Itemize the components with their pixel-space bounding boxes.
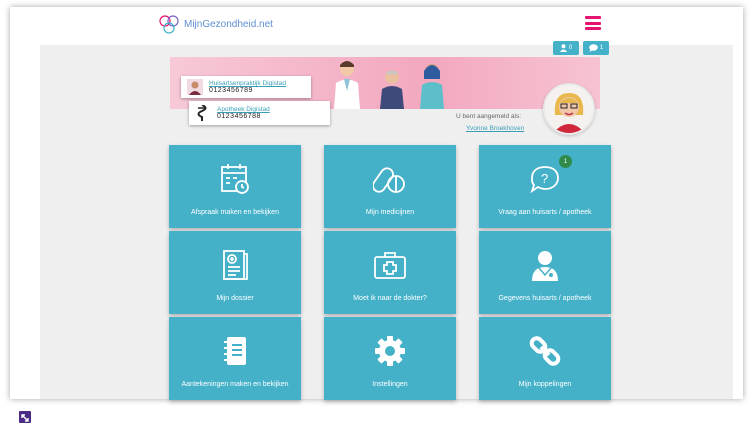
tile-label: Aantekeningen maken en bekijken <box>181 381 289 388</box>
login-user-link[interactable]: Yvonne Broekhoven <box>466 125 524 132</box>
calendar-icon <box>215 159 255 199</box>
tile-label: Instellingen <box>372 381 408 388</box>
user-icon <box>559 44 567 52</box>
hamburger-line <box>585 16 601 19</box>
notebook-icon <box>215 331 255 371</box>
tile-label: Moet ik naar de dokter? <box>353 295 427 302</box>
first-aid-kit-icon <box>370 245 410 285</box>
medical-file-icon <box>215 245 255 285</box>
contact-huisarts[interactable]: Huisartsenpraktijk Digistad 0123456789 <box>181 76 311 98</box>
doctor-avatar-icon <box>187 79 203 95</box>
tile-afspraak[interactable]: Afspraak maken en bekijken <box>169 145 301 228</box>
tile-label: Mijn dossier <box>216 295 254 302</box>
contact-name[interactable]: Apotheek Digistad <box>217 106 270 113</box>
tile-label: Mijn medicijnen <box>365 209 415 216</box>
tile-dossier[interactable]: Mijn dossier <box>169 231 301 314</box>
hamburger-line <box>585 27 601 30</box>
question-chat-icon: ? <box>525 159 565 199</box>
pills-icon <box>370 159 410 199</box>
tile-label: Mijn koppelingen <box>518 381 572 388</box>
messages-button[interactable]: 1 <box>583 41 609 55</box>
alerts-count: 0 <box>568 45 573 51</box>
top-bar <box>10 7 743 45</box>
notification-badge: 1 <box>559 155 572 168</box>
tile-dokter[interactable]: Moet ik naar de dokter? <box>324 231 456 314</box>
user-photo-icon <box>545 85 593 133</box>
tile-koppelingen[interactable]: Mijn koppelingen <box>479 317 611 400</box>
logo-mark-icon <box>159 15 179 34</box>
tile-gegevens[interactable]: Gegevens huisarts / apotheek <box>479 231 611 314</box>
tile-aantekeningen[interactable]: Aantekeningen maken en bekijken <box>169 317 301 400</box>
resize-icon[interactable] <box>19 411 31 423</box>
link-icon <box>525 331 565 371</box>
menu-button[interactable] <box>585 16 601 30</box>
login-label: U bent aangemeld als: <box>456 113 522 120</box>
contact-name[interactable]: Huisartsenpraktijk Digistad <box>209 80 286 87</box>
logo-text: MijnGezondheid.net <box>184 18 273 30</box>
site-logo[interactable]: MijnGezondheid.net <box>158 13 273 35</box>
contact-apotheek[interactable]: Apotheek Digistad 0123456788 <box>189 101 330 125</box>
svg-text:?: ? <box>541 171 548 186</box>
chat-bubble-icon <box>589 44 598 52</box>
tile-label: Vraag aan huisarts / apotheek <box>498 209 592 216</box>
contact-phone: 0123456788 <box>217 113 261 120</box>
tile-label: Gegevens huisarts / apotheek <box>498 295 592 302</box>
messages-count: 1 <box>599 45 604 51</box>
tile-vraag[interactable]: ? 1 Vraag aan huisarts / apotheek <box>479 145 611 228</box>
tile-instellingen[interactable]: Instellingen <box>324 317 456 400</box>
gear-icon <box>370 331 410 371</box>
tile-label: Afspraak maken en bekijken <box>191 209 279 216</box>
contact-phone: 0123456789 <box>209 87 253 94</box>
hamburger-line <box>585 21 601 25</box>
pharmacy-icon <box>197 105 207 121</box>
tile-medicijnen[interactable]: Mijn medicijnen <box>324 145 456 228</box>
doctor-icon <box>525 245 565 285</box>
user-avatar[interactable] <box>543 83 595 135</box>
alerts-button[interactable]: 0 <box>553 41 579 55</box>
